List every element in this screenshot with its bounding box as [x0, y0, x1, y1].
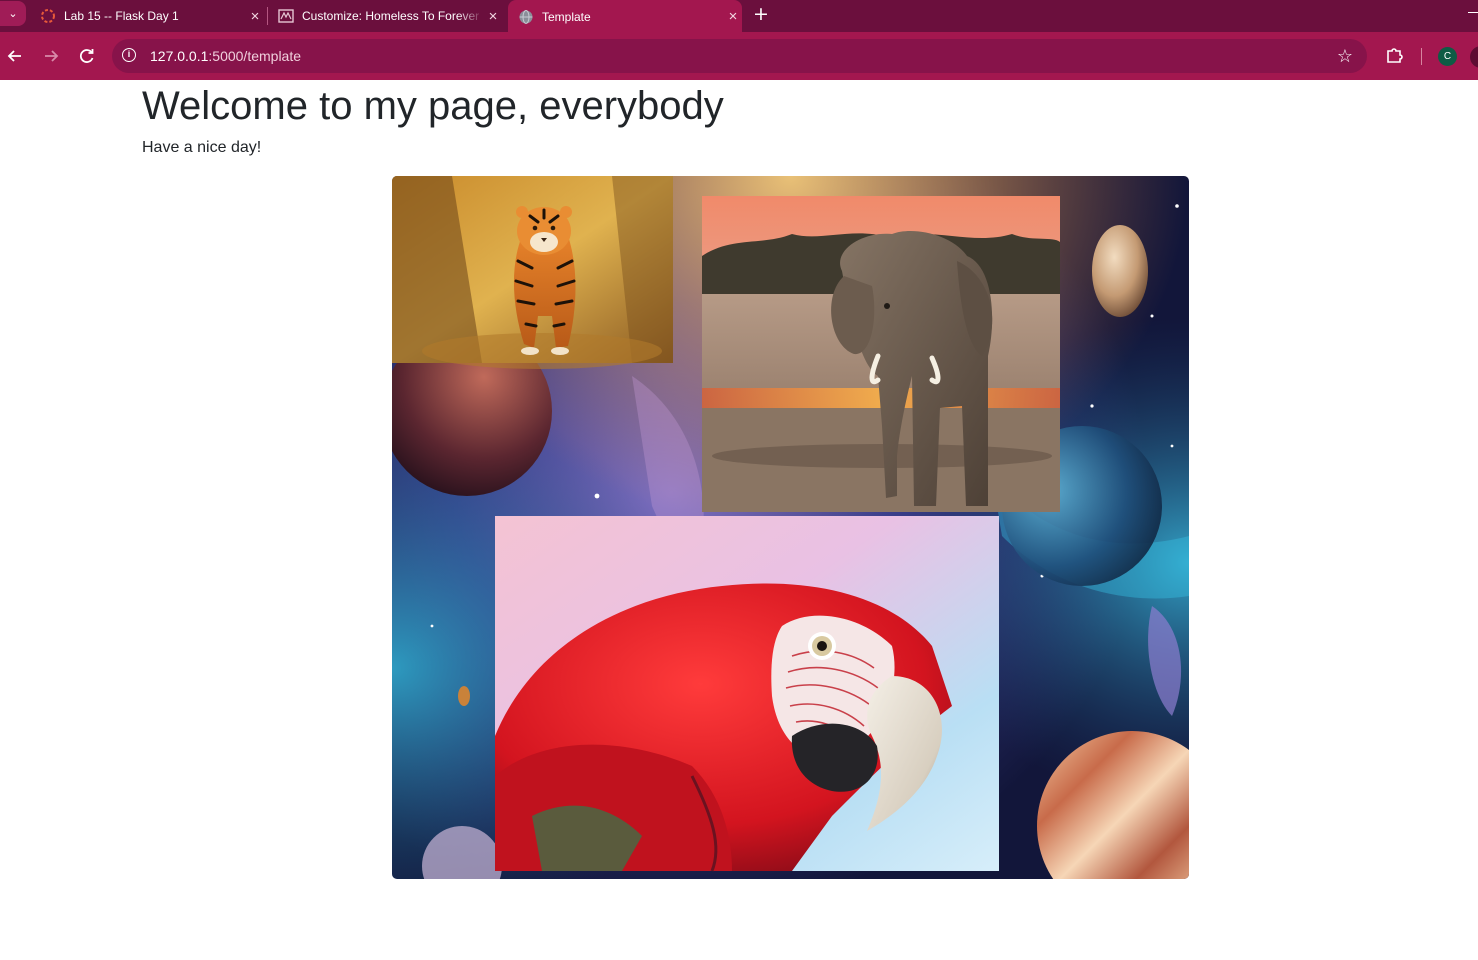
- tab-template[interactable]: Template ×: [508, 0, 742, 33]
- tab-customize[interactable]: Customize: Homeless To Forever ×: [270, 0, 502, 32]
- page-subheading: Have a nice day!: [142, 139, 262, 156]
- reload-icon: [79, 49, 94, 63]
- profile-avatar[interactable]: C: [1438, 47, 1457, 66]
- minimize-window-icon[interactable]: [1468, 12, 1478, 13]
- side-panel-button[interactable]: [1470, 46, 1478, 68]
- loading-spinner-icon: [41, 9, 55, 23]
- extensions-button[interactable]: [1385, 45, 1405, 65]
- tab-search-button[interactable]: ⌄: [0, 1, 26, 26]
- page-heading: Welcome to my page, everybody: [142, 84, 724, 128]
- tiger-photo: [392, 176, 673, 369]
- arrow-left-icon: [7, 50, 21, 62]
- url-text[interactable]: 127.0.0.1:5000/template: [150, 48, 301, 64]
- elephant-photo: [702, 196, 1060, 512]
- toolbar-divider: [1421, 48, 1422, 65]
- reload-button[interactable]: [76, 45, 98, 67]
- site-info-icon[interactable]: i: [122, 48, 136, 62]
- arrow-right-icon: [45, 50, 59, 62]
- puzzle-icon: [1387, 48, 1403, 63]
- bookmark-star-icon[interactable]: ☆: [1337, 46, 1353, 67]
- plus-icon: +: [753, 3, 769, 25]
- globe-icon: [519, 9, 533, 24]
- tab-title: Lab 15 -- Flask Day 1: [64, 9, 179, 23]
- macaw-photo: [495, 516, 999, 872]
- new-tab-button[interactable]: +: [752, 3, 770, 25]
- tab-strip: ⌄ Lab 15 -- Flask Day 1 × Customize: Hom…: [0, 0, 1478, 33]
- animal-collage-image: [392, 176, 1189, 879]
- address-bar[interactable]: i 127.0.0.1:5000/template ☆: [112, 39, 1367, 73]
- browser-toolbar: i 127.0.0.1:5000/template ☆ C: [0, 32, 1478, 80]
- chevron-down-icon: ⌄: [8, 7, 18, 20]
- site-favicon-icon: [278, 9, 294, 23]
- tab-title: Template: [542, 9, 591, 24]
- tab-title: Customize: Homeless To Forever: [302, 9, 480, 23]
- tab-lab15[interactable]: Lab 15 -- Flask Day 1 ×: [32, 0, 264, 32]
- back-button[interactable]: [4, 45, 26, 67]
- forward-button[interactable]: [40, 45, 62, 67]
- tab-divider: [267, 7, 268, 25]
- close-tab-icon[interactable]: ×: [724, 8, 742, 25]
- close-tab-icon[interactable]: ×: [484, 8, 502, 25]
- page-body: Welcome to my page, everybody Have a nic…: [0, 80, 1478, 960]
- close-tab-icon[interactable]: ×: [246, 8, 264, 25]
